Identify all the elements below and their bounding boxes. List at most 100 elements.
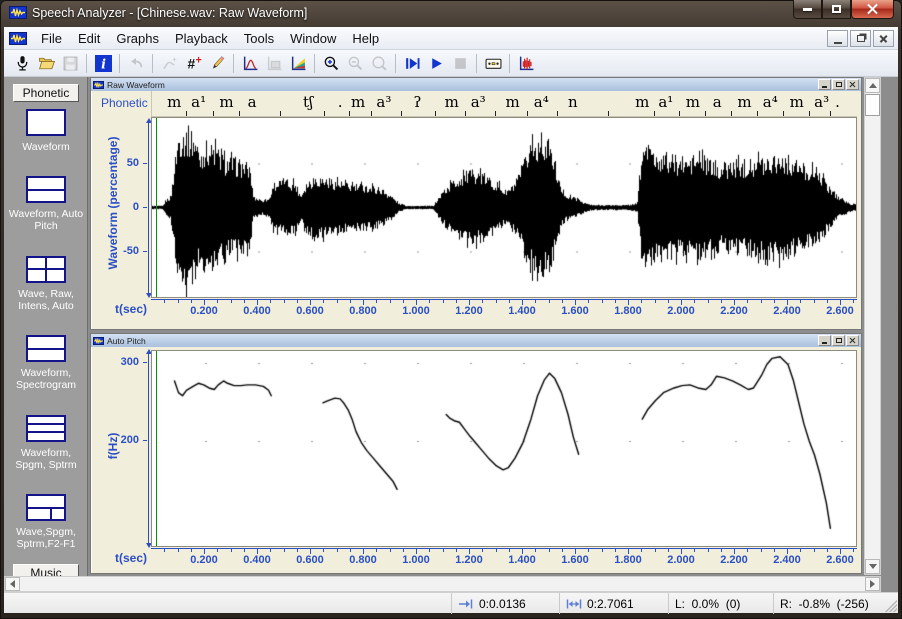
graph-distribution-icon[interactable] [238, 52, 262, 75]
undo-icon [124, 52, 148, 75]
phonetic-segment[interactable]: a [248, 93, 257, 111]
phonetic-segment[interactable]: ʔ [413, 93, 421, 111]
menu-playback[interactable]: Playback [167, 28, 236, 49]
play-icon[interactable] [424, 52, 448, 75]
phonetic-segment[interactable]: m [445, 93, 459, 111]
phonetic-segment[interactable]: tʃ [303, 93, 313, 111]
resize-grip[interactable] [883, 598, 897, 612]
play-between-cursors-icon[interactable] [400, 52, 424, 75]
layout-icon [26, 176, 66, 203]
scroll-down-icon[interactable] [865, 559, 880, 574]
scroll-right-icon[interactable] [865, 577, 880, 591]
player-icon[interactable] [481, 52, 505, 75]
vertical-scrollbar[interactable] [864, 77, 881, 575]
pitch-plot[interactable] [151, 350, 857, 547]
layout-label: Waveform, Auto Pitch [6, 208, 86, 232]
file-info-icon[interactable]: i [91, 52, 115, 75]
graph-colors-icon[interactable] [286, 52, 310, 75]
phonetic-segment[interactable]: m [635, 93, 649, 111]
x-tick-label: 2.200 [720, 554, 748, 566]
phonetic-segment[interactable]: a¹ [191, 93, 206, 111]
scroll-left-icon[interactable] [5, 577, 20, 591]
menu-edit[interactable]: Edit [70, 28, 108, 49]
phonetic-segment[interactable]: a⁴ [534, 93, 549, 111]
status-left-level: L: 0.0% (0) [668, 593, 773, 614]
phonetic-segment[interactable]: m [790, 93, 804, 111]
right-level-value: R: -0.8% (-256) [780, 597, 869, 611]
x-tick-label: 0.200 [190, 554, 218, 566]
close-icon[interactable] [851, 0, 894, 19]
menu-help[interactable]: Help [344, 28, 387, 49]
number-transcription-icon[interactable]: #+ [181, 52, 205, 75]
layout-waveform-spgm-sptrm[interactable]: Waveform, Spgm, Sptrm [4, 415, 88, 471]
scroll-up-icon[interactable] [865, 78, 880, 93]
phonetic-segment[interactable]: m [167, 93, 181, 111]
zoom-full-icon [367, 52, 391, 75]
layout-label: Waveform, Spgm, Sptrm [6, 447, 86, 471]
phonetic-segment[interactable]: m [686, 93, 700, 111]
x-tick-label: 1.000 [402, 305, 430, 317]
graph2-title: Auto Pitch [107, 336, 146, 346]
menu-tools[interactable]: Tools [236, 28, 282, 49]
waveform-plot[interactable] [151, 117, 857, 298]
y-tick-label: 300 [109, 356, 139, 368]
tab-phonetic[interactable]: Phonetic [13, 84, 79, 102]
menu-file[interactable]: File [33, 28, 70, 49]
x-tick-label: 2.000 [667, 305, 695, 317]
phonetic-segment[interactable]: m [219, 93, 233, 111]
save-icon [58, 52, 82, 75]
layout-waveform-auto-pitch[interactable]: Waveform, Auto Pitch [4, 176, 88, 232]
layout-icon [26, 109, 66, 136]
layout-icon [26, 415, 66, 442]
y-tick-label: 50 [109, 157, 139, 169]
phonetic-segment[interactable]: a³ [471, 93, 486, 111]
mdi-close-icon[interactable] [873, 30, 894, 47]
graph2-x-axis: 0.2000.4000.6000.8001.0001.2001.4001.600… [151, 548, 857, 574]
phonetic-segment[interactable]: . [835, 93, 840, 111]
taskbar-sidebar: Phonetic Waveform Waveform, Auto Pitch Wav… [4, 77, 88, 592]
x-tick-label: 0.400 [243, 305, 271, 317]
graph2-close-icon[interactable] [846, 335, 859, 346]
graph-locked-icon [262, 52, 286, 75]
mdi-restore-icon[interactable] [850, 30, 871, 47]
phonetic-segment[interactable]: n [568, 93, 578, 111]
phonetic-segment[interactable]: a [713, 93, 722, 111]
graph1-minimize-icon[interactable] [818, 79, 831, 90]
phonetic-segment[interactable]: m [506, 93, 520, 111]
phonetic-segment[interactable]: a³ [814, 93, 829, 111]
phonetic-segment[interactable]: a¹ [658, 93, 673, 111]
vertical-scroll-thumb[interactable] [865, 94, 880, 116]
graph1-close-icon[interactable] [846, 79, 859, 90]
layout-waveform-spectrogram[interactable]: Waveform, Spectrogram [4, 335, 88, 391]
mdi-minimize-icon[interactable] [827, 30, 848, 47]
open-file-icon[interactable] [34, 52, 58, 75]
menu-graphs[interactable]: Graphs [108, 28, 167, 49]
zoom-in-icon[interactable] [319, 52, 343, 75]
graph2-maximize-icon[interactable] [832, 335, 845, 346]
record-to-graph-icon[interactable] [514, 52, 538, 75]
phonetic-annotation-strip[interactable]: ma¹matʃ.ma³ʔma³ma⁴nma¹mama⁴ma³. [151, 91, 857, 117]
annotation-edit-icon[interactable] [205, 52, 229, 75]
graph2-caption[interactable]: Auto Pitch [91, 334, 861, 347]
phonetic-segment[interactable]: a⁴ [763, 93, 778, 111]
layout-wave-spgm-sptrm-f2-f1[interactable]: Wave,Spgm, Sptrm,F2-F1 [4, 494, 88, 550]
horizontal-scrollbar[interactable] [4, 576, 881, 592]
phonetic-segment[interactable]: m [351, 93, 365, 111]
cursor-duration-icon [566, 599, 582, 609]
maximize-icon[interactable] [822, 0, 851, 19]
graph1-x-axis: 0.2000.4000.6000.8001.0001.2001.4001.600… [151, 299, 857, 325]
graph2-minimize-icon[interactable] [818, 335, 831, 346]
phonetic-segment[interactable]: m [737, 93, 751, 111]
layout-wave-raw-intens-auto[interactable]: Wave, Raw, Intens, Auto [4, 256, 88, 312]
phonetic-segment[interactable]: . [338, 93, 343, 111]
graph1-caption[interactable]: Raw Waveform [91, 78, 861, 91]
layout-waveform[interactable]: Waveform [4, 109, 88, 153]
stop-icon [448, 52, 472, 75]
graph1-maximize-icon[interactable] [832, 79, 845, 90]
menu-window[interactable]: Window [282, 28, 344, 49]
record-mic-icon[interactable] [10, 52, 34, 75]
minimize-icon[interactable] [793, 0, 822, 19]
begin-cursor-line[interactable] [156, 351, 157, 546]
phonetic-segment[interactable]: a³ [376, 93, 391, 111]
begin-cursor-line[interactable] [156, 118, 157, 297]
